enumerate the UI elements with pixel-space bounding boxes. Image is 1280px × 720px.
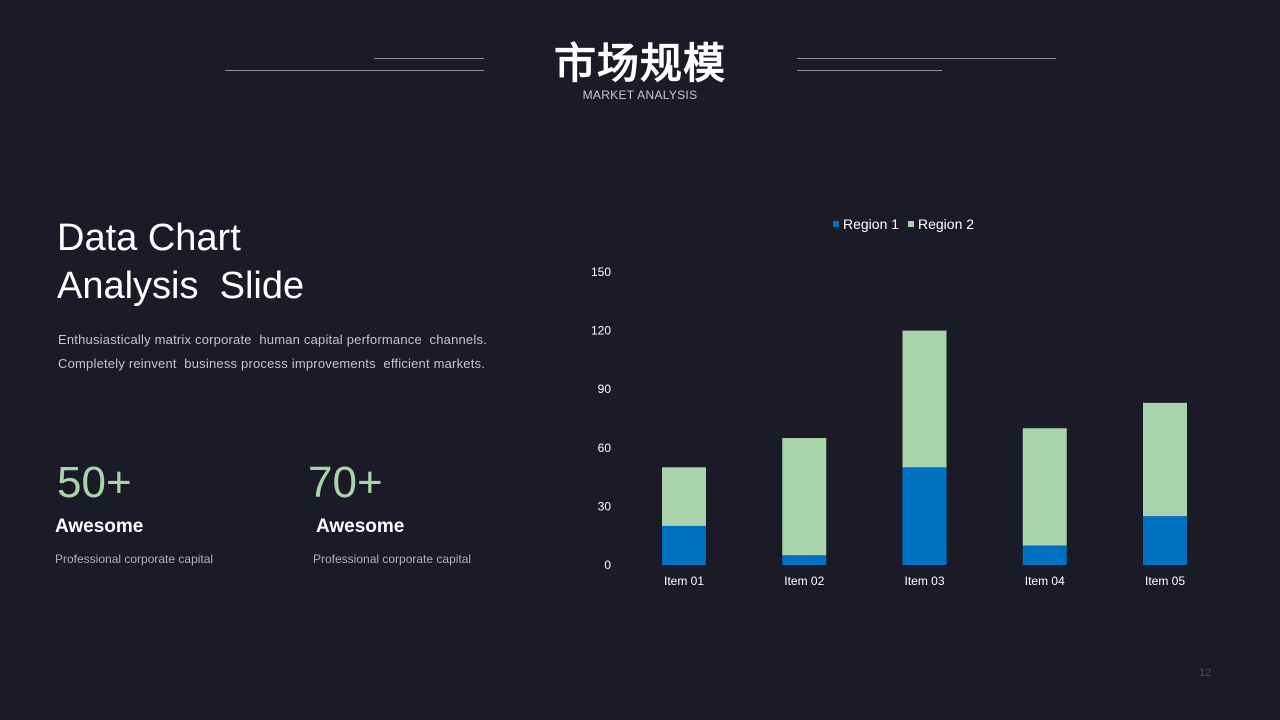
bar-region-2-4: [1022, 428, 1067, 546]
bar-region-2-3: [902, 330, 947, 468]
legend-swatch-2: [908, 221, 914, 227]
stat-sub-1: Professional corporate capital: [55, 552, 214, 566]
stacked-bar-chart: 0 30 60 90 120 150 Item 01 Item 02 Item 03 Item 0…: [591, 216, 1187, 588]
x-tick-label: Item 05: [1145, 574, 1185, 588]
page-title: 市场规模: [553, 39, 726, 88]
bar-region-2-1: [662, 467, 706, 526]
stat-value-2: 70+: [308, 458, 383, 507]
y-tick-label: 60: [598, 441, 612, 455]
y-tick-label: 90: [598, 382, 612, 396]
legend-label-2: Region 2: [918, 216, 974, 232]
stat-sub-2: Professional corporate capital: [313, 552, 472, 566]
x-tick-label: Item 01: [664, 574, 704, 588]
bar-region-1-5: [1143, 516, 1187, 565]
legend-label-1: Region 1: [843, 216, 899, 232]
y-tick-label: 150: [591, 265, 611, 279]
bar-region-1-3: [902, 467, 947, 565]
bar-region-1-2: [782, 555, 827, 565]
description-line-1: Enthusiastically matrix corporate human …: [58, 332, 487, 347]
x-tick-label: Item 02: [784, 574, 824, 588]
y-tick-label: 120: [591, 324, 611, 338]
description: Enthusiastically matrix corporate human …: [58, 328, 488, 376]
bar-region-2-5: [1143, 402, 1187, 517]
stat-label-1: Awesome: [55, 516, 144, 537]
bar-region-1-1: [662, 525, 706, 565]
legend-swatch-1: [833, 221, 839, 227]
y-tick-label: 30: [598, 499, 612, 513]
description-line-2: Completely reinvent business process imp…: [58, 356, 486, 371]
x-tick-label: Item 04: [1025, 574, 1065, 588]
section-heading: Data Chart Analysis Slide: [57, 214, 304, 310]
heading-line-2: Analysis Slide: [57, 265, 305, 307]
stat-label-2: Awesome: [316, 516, 405, 537]
bar-region-1-4: [1022, 545, 1067, 565]
bar-region-2-2: [782, 438, 827, 556]
x-tick-label: Item 03: [904, 574, 944, 588]
y-tick-label: 0: [604, 558, 611, 572]
page-subtitle: MARKET ANALYSIS: [582, 88, 698, 102]
heading-line-1: Data Chart: [57, 217, 241, 259]
stat-value-1: 50+: [57, 458, 132, 507]
page-number: 12: [1199, 667, 1212, 679]
